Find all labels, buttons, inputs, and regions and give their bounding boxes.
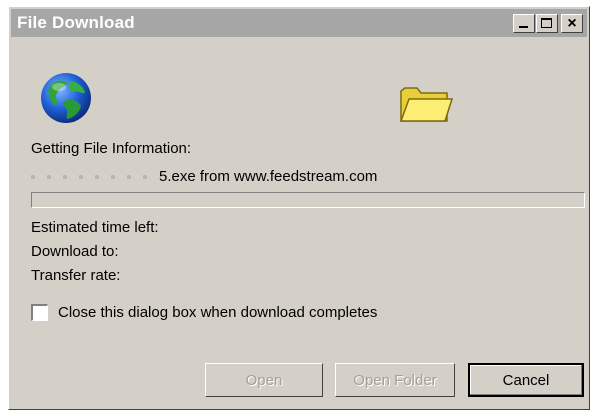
open-folder-button[interactable]: Open Folder bbox=[335, 363, 455, 397]
maximize-icon bbox=[541, 18, 552, 28]
window-title: File Download bbox=[17, 13, 135, 32]
title-bar[interactable]: File Download × bbox=[11, 9, 587, 37]
close-when-done-checkbox[interactable] bbox=[31, 304, 48, 321]
file-download-dialog: File Download × Getting File Information… bbox=[8, 6, 590, 410]
close-when-done-label: Close this dialog box when download comp… bbox=[58, 304, 378, 321]
minimize-button[interactable] bbox=[513, 14, 535, 33]
file-source-line: 5.exe from www.feedstream.com bbox=[31, 168, 377, 185]
download-to-label: Download to: bbox=[31, 243, 119, 260]
transfer-rate-label: Transfer rate: bbox=[31, 267, 121, 284]
close-when-done-option[interactable]: Close this dialog box when download comp… bbox=[31, 304, 377, 321]
getting-info-label: Getting File Information: bbox=[31, 140, 192, 157]
close-button[interactable]: × bbox=[561, 14, 583, 33]
estimated-time-label: Estimated time left: bbox=[31, 219, 159, 236]
download-progress-bar bbox=[31, 192, 585, 208]
obscured-filename bbox=[47, 174, 51, 179]
open-button[interactable]: Open bbox=[205, 363, 323, 397]
minimize-icon bbox=[519, 26, 528, 28]
obscured-filename bbox=[79, 174, 83, 179]
globe-icon bbox=[41, 73, 91, 123]
file-source-text: 5.exe from www.feedstream.com bbox=[159, 168, 378, 185]
cancel-button[interactable]: Cancel bbox=[468, 363, 584, 397]
folder-icon bbox=[399, 87, 453, 122]
obscured-filename bbox=[127, 174, 131, 179]
close-icon: × bbox=[567, 15, 577, 32]
obscured-filename bbox=[95, 174, 99, 179]
obscured-filename bbox=[63, 174, 67, 179]
obscured-filename bbox=[143, 174, 147, 179]
obscured-filename bbox=[111, 174, 115, 179]
title-bar-buttons: × bbox=[512, 14, 583, 33]
obscured-filename bbox=[31, 174, 35, 179]
maximize-button[interactable] bbox=[536, 14, 558, 33]
